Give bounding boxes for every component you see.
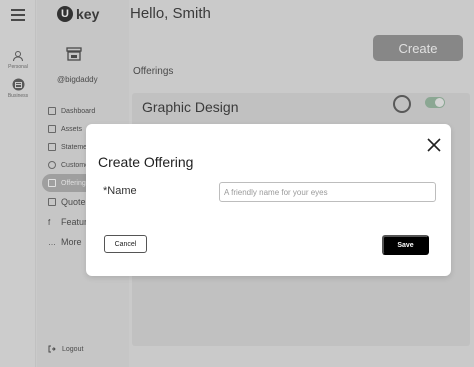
close-icon[interactable]: [426, 137, 442, 153]
name-input[interactable]: [219, 182, 436, 202]
cancel-button[interactable]: Cancel: [104, 235, 147, 253]
modal-title: Create Offering: [98, 154, 194, 170]
save-button[interactable]: Save: [382, 235, 429, 255]
create-offering-modal: Create Offering *Name Cancel Save: [86, 124, 451, 276]
name-label: *Name: [103, 185, 137, 197]
